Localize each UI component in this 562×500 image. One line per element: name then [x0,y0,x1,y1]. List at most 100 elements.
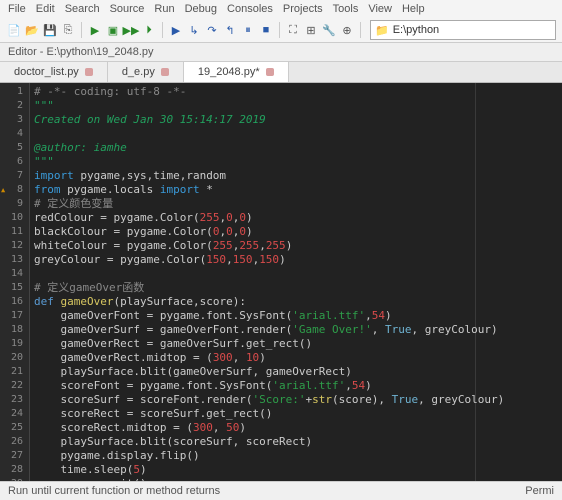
line-number: 7 [2,169,23,183]
close-icon[interactable] [161,68,169,76]
run-cell-icon[interactable]: ▣ [105,22,121,38]
menu-file[interactable]: File [8,3,26,15]
code-line[interactable]: Created on Wed Jan 30 15:14:17 2019 [34,113,562,127]
tab-label: d_e.py [122,66,155,78]
line-number: 13 [2,253,23,267]
code-line[interactable]: # 定义gameOver函数 [34,281,562,295]
code-line[interactable]: # 定义颜色变量 [34,197,562,211]
run-icon[interactable]: ▶ [87,22,103,38]
step-out-icon[interactable]: ↰ [222,22,238,38]
line-number: 11 [2,225,23,239]
code-line[interactable]: @author: iamhe [34,141,562,155]
menu-projects[interactable]: Projects [283,3,323,15]
status-left: Run until current function or method ret… [8,485,220,497]
menu-help[interactable]: Help [402,3,425,15]
code-line[interactable]: from pygame.locals import * [34,183,562,197]
close-icon[interactable] [85,68,93,76]
line-number: 24 [2,407,23,421]
code-line[interactable]: playSurface.blit(scoreSurf, scoreRect) [34,435,562,449]
tab-doctor-list-py[interactable]: doctor_list.py [0,62,108,82]
line-number: 19 [2,337,23,351]
menu-run[interactable]: Run [154,3,174,15]
line-number: 14 [2,267,23,281]
code-line[interactable]: greyColour = pygame.Color(150,150,150) [34,253,562,267]
open-icon[interactable]: 📂 [24,22,40,38]
code-line[interactable]: def gameOver(playSurface,score): [34,295,562,309]
code-line[interactable]: whiteColour = pygame.Color(255,255,255) [34,239,562,253]
step-into-icon[interactable]: ↳ [186,22,202,38]
menu-edit[interactable]: Edit [36,3,55,15]
line-number: 25 [2,421,23,435]
line-number: 2 [2,99,23,113]
code-line[interactable]: # -*- coding: utf-8 -*- [34,85,562,99]
code-line[interactable]: scoreSurf = scoreFont.render('Score:'+st… [34,393,562,407]
menu-consoles[interactable]: Consoles [227,3,273,15]
menu-bar: File Edit Search Source Run Debug Consoles Proj… [0,0,562,18]
working-dir-input[interactable]: 📁 E:\python [370,20,556,40]
layout-icon[interactable]: ⊞ [303,22,319,38]
code-line[interactable] [34,127,562,141]
code-line[interactable]: redColour = pygame.Color(255,0,0) [34,211,562,225]
folder-icon: 📁 [375,24,389,37]
tab-d-e-py[interactable]: d_e.py [108,62,184,82]
code-line[interactable]: pygame.display.flip() [34,449,562,463]
code-line[interactable]: scoreFont = pygame.font.SysFont('arial.t… [34,379,562,393]
code-area[interactable]: # -*- coding: utf-8 -*-"""Created on Wed… [30,83,562,498]
code-line[interactable]: scoreRect.midtop = (300, 50) [34,421,562,435]
tab-19-2048-py-[interactable]: 19_2048.py* [184,62,289,82]
line-number: 3 [2,113,23,127]
code-line[interactable]: gameOverFont = pygame.font.SysFont('aria… [34,309,562,323]
save-icon[interactable]: 💾 [42,22,58,38]
code-line[interactable]: gameOverRect.midtop = (300, 10) [34,351,562,365]
code-line[interactable]: """ [34,155,562,169]
line-number: 18 [2,323,23,337]
line-number: 16 [2,295,23,309]
line-number: 15 [2,281,23,295]
menu-source[interactable]: Source [110,3,145,15]
code-line[interactable]: blackColour = pygame.Color(0,0,0) [34,225,562,239]
separator [360,22,361,38]
separator [162,22,163,38]
continue-icon[interactable]: ⏸ [240,22,256,38]
code-line[interactable]: scoreRect = scoreSurf.get_rect() [34,407,562,421]
debug-run-icon[interactable]: ⏵ [141,22,157,38]
line-number: 10 [2,211,23,225]
line-number: 5 [2,141,23,155]
code-line[interactable]: import pygame,sys,time,random [34,169,562,183]
status-bar: Run until current function or method ret… [0,481,562,500]
line-number: 4 [2,127,23,141]
line-number: 27 [2,449,23,463]
line-number: 26 [2,435,23,449]
code-line[interactable]: gameOverSurf = gameOverFont.render('Game… [34,323,562,337]
new-file-icon[interactable]: 📄 [6,22,22,38]
separator [279,22,280,38]
menu-debug[interactable]: Debug [185,3,217,15]
stop-debug-icon[interactable]: ■ [258,22,274,38]
editor-tabs: doctor_list.py d_e.py 19_2048.py* [0,62,562,83]
line-number: 12 [2,239,23,253]
code-line[interactable] [34,267,562,281]
maximize-icon[interactable]: ⛶ [285,22,301,38]
close-icon[interactable] [266,68,274,76]
line-number: 28 [2,463,23,477]
line-number: 22 [2,379,23,393]
menu-tools[interactable]: Tools [333,3,359,15]
preferences-icon[interactable]: 🔧 [321,22,337,38]
debug-icon[interactable]: ▶ [168,22,184,38]
code-line[interactable]: """ [34,99,562,113]
menu-search[interactable]: Search [65,3,100,15]
code-line[interactable]: gameOverRect = gameOverSurf.get_rect() [34,337,562,351]
tab-label: doctor_list.py [14,66,79,78]
line-number: 9 [2,197,23,211]
step-over-icon[interactable]: ↷ [204,22,220,38]
code-line[interactable]: time.sleep(5) [34,463,562,477]
run-selection-icon[interactable]: ▶▶ [123,22,139,38]
line-number: 1 [2,85,23,99]
code-editor[interactable]: 1234567891011121314151617181920212223242… [0,83,562,498]
pythonpath-icon[interactable]: ⊕ [339,22,355,38]
line-gutter: 1234567891011121314151617181920212223242… [0,83,30,498]
menu-view[interactable]: View [368,3,392,15]
code-line[interactable]: playSurface.blit(gameOverSurf, gameOverR… [34,365,562,379]
save-all-icon[interactable]: ⎘ [60,22,76,38]
line-number: 8 [2,183,23,197]
